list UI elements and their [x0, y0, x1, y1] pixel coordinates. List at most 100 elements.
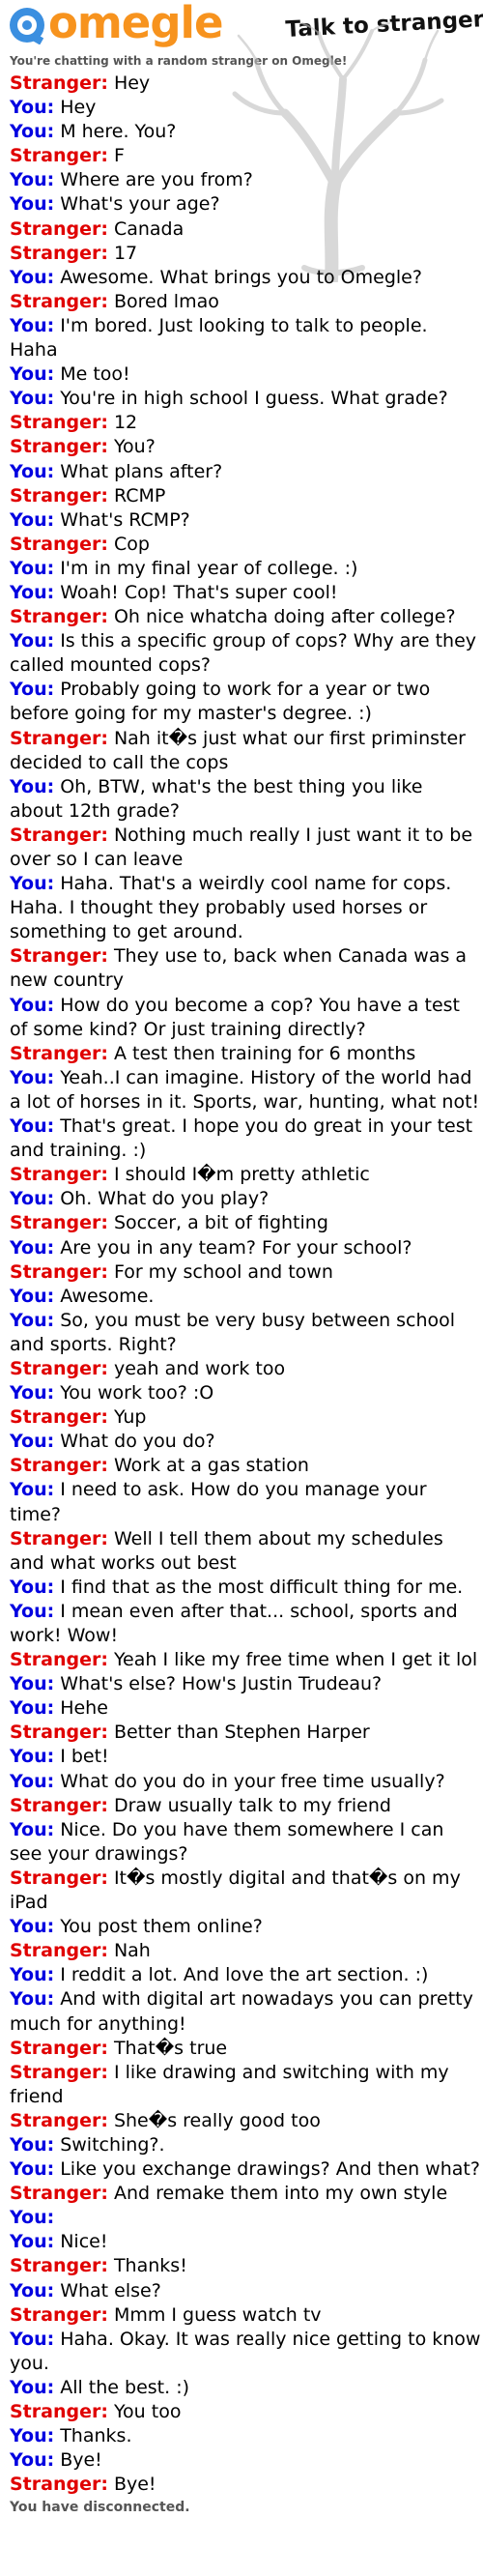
chat-message: You: I'm in my final year of college. :) — [10, 557, 481, 581]
message-text: And with digital art nowadays you can pr… — [10, 1988, 473, 2035]
message-text: That�s true — [113, 2037, 228, 2059]
message-text: Nice! — [60, 2231, 108, 2253]
message-text: F — [113, 145, 125, 167]
message-text: All the best. :) — [60, 2376, 190, 2398]
message-text: I bet! — [60, 1746, 109, 1768]
you-label: You: — [10, 169, 55, 191]
you-label: You: — [10, 1964, 55, 1986]
chat-message: You: What do you do? — [10, 1430, 481, 1454]
message-text: Yeah I like my free time when I get it l… — [113, 1649, 478, 1671]
chat-message: Stranger: You too — [10, 2400, 481, 2424]
message-text: Thanks! — [113, 2255, 187, 2277]
chat-message: You: Haha. Okay. It was really nice getti… — [10, 2328, 481, 2376]
chat-message: Stranger: A test then training for 6 mont… — [10, 1042, 481, 1066]
chat-message: You: Oh. What do you play? — [10, 1187, 481, 1211]
chat-message: You: Hey — [10, 96, 481, 120]
you-label: You: — [10, 1818, 55, 1840]
you-label: You: — [10, 1066, 55, 1088]
chat-message: Stranger: Cop — [10, 533, 481, 557]
stranger-label: Stranger: — [10, 2061, 108, 2083]
stranger-label: Stranger: — [10, 2401, 108, 2422]
message-text: Woah! Cop! That's super cool! — [60, 581, 338, 603]
omegle-logo-icon — [10, 8, 44, 44]
message-text: I'm bored. Just looking to talk to peopl… — [10, 314, 428, 362]
message-text: M here. You? — [60, 121, 177, 143]
stranger-label: Stranger: — [10, 145, 108, 167]
stranger-label: Stranger: — [10, 1527, 108, 1549]
message-text: Where are you from? — [60, 169, 253, 191]
you-label: You: — [10, 1988, 55, 2011]
you-label: You: — [10, 2133, 55, 2156]
message-text: Mmm I guess watch tv — [113, 2303, 322, 2326]
message-text: Awesome. What brings you to Omegle? — [60, 266, 422, 288]
chat-message: Stranger: yeah and work too — [10, 1357, 481, 1381]
message-text: I'm in my final year of college. :) — [60, 557, 358, 579]
stranger-label: Stranger: — [10, 1212, 108, 1234]
chat-message: You: Like you exchange drawings? And then… — [10, 2157, 481, 2182]
chat-message: You: Switching?. — [10, 2133, 481, 2157]
chat-message: Stranger: F — [10, 144, 481, 168]
message-text: Work at a gas station — [113, 1455, 309, 1477]
stranger-label: Stranger: — [10, 217, 108, 240]
message-text: Bye! — [60, 2449, 102, 2472]
you-label: You: — [10, 460, 55, 482]
message-text: Hey — [113, 72, 151, 94]
message-text: Awesome. — [60, 1285, 155, 1307]
chat-message: You: What's your age? — [10, 192, 481, 217]
chat-message: You: How do you become a cop? You have a … — [10, 994, 481, 1042]
stranger-label: Stranger: — [10, 2183, 108, 2205]
chat-message: Stranger: Bored lmao — [10, 290, 481, 314]
message-text: I mean even after that... school, sports… — [10, 1600, 458, 1646]
chat-message: You: So, you must be very busy between sc… — [10, 1309, 481, 1357]
chat-message: Stranger: It�s mostly digital and that�s … — [10, 1867, 481, 1915]
chat-message: Stranger: Nah it�s just what our first pr… — [10, 727, 481, 775]
you-label: You: — [10, 679, 55, 701]
chat-message: Stranger: Thanks! — [10, 2254, 481, 2278]
you-label: You: — [10, 1697, 55, 1720]
chat-message: You: Yeah..I can imagine. History of the … — [10, 1066, 481, 1114]
you-label: You: — [10, 581, 55, 603]
message-text: What plans after? — [60, 460, 223, 482]
chat-message: You: I need to ask. How do you manage you… — [10, 1478, 481, 1526]
you-label: You: — [10, 388, 55, 410]
chat-message: You: Is this a specific group of cops? Wh… — [10, 629, 481, 678]
chat-message: You: I bet! — [10, 1745, 481, 1769]
chat-message: Stranger: Mmm I guess watch tv — [10, 2303, 481, 2328]
you-label: You: — [10, 2328, 55, 2350]
message-text: You post them online? — [60, 1916, 263, 1938]
you-label: You: — [10, 630, 55, 652]
message-text: yeah and work too — [113, 1357, 286, 1379]
you-label: You: — [10, 2425, 55, 2447]
message-text: Switching?. — [60, 2133, 165, 2156]
chat-message: You: All the best. :) — [10, 2376, 481, 2400]
you-label: You: — [10, 1382, 55, 1404]
chat-message: You: Thanks. — [10, 2424, 481, 2448]
message-text: Thanks. — [60, 2425, 132, 2447]
stranger-label: Stranger: — [10, 1455, 108, 1477]
chat-message: Stranger: Yeah I like my free time when I… — [10, 1648, 481, 1672]
stranger-label: Stranger: — [10, 290, 108, 312]
message-text: Oh nice whatcha doing after college? — [113, 606, 456, 628]
stranger-label: Stranger: — [10, 1867, 108, 1889]
you-label: You: — [10, 1309, 55, 1331]
you-label: You: — [10, 1576, 55, 1598]
message-text: That's great. I hope you do great in you… — [10, 1115, 473, 1162]
chat-message: Stranger: 17 — [10, 242, 481, 266]
you-label: You: — [10, 2449, 55, 2472]
you-label: You: — [10, 1479, 55, 1501]
chat-message: Stranger: Soccer, a bit of fighting — [10, 1211, 481, 1235]
message-text: Haha. That's a weirdly cool name for cop… — [10, 873, 452, 943]
chat-message: Stranger: I like drawing and switching wi… — [10, 2061, 481, 2109]
message-text: Are you in any team? For your school? — [60, 1236, 412, 1259]
you-label: You: — [10, 873, 55, 895]
message-text: Probably going to work for a year or two… — [10, 679, 431, 725]
message-text: You too — [113, 2401, 182, 2422]
message-text: 17 — [113, 242, 138, 264]
status-disconnected: You have disconnected. — [10, 2500, 190, 2516]
message-text: What's else? How's Justin Trudeau? — [60, 1673, 383, 1695]
chat-message: You: You're in high school I guess. What … — [10, 387, 481, 411]
chat-message: Stranger: She�s really good too — [10, 2109, 481, 2133]
message-text: Yeah..I can imagine. History of the worl… — [10, 1066, 480, 1113]
stranger-label: Stranger: — [10, 533, 108, 555]
stranger-label: Stranger: — [10, 606, 108, 628]
